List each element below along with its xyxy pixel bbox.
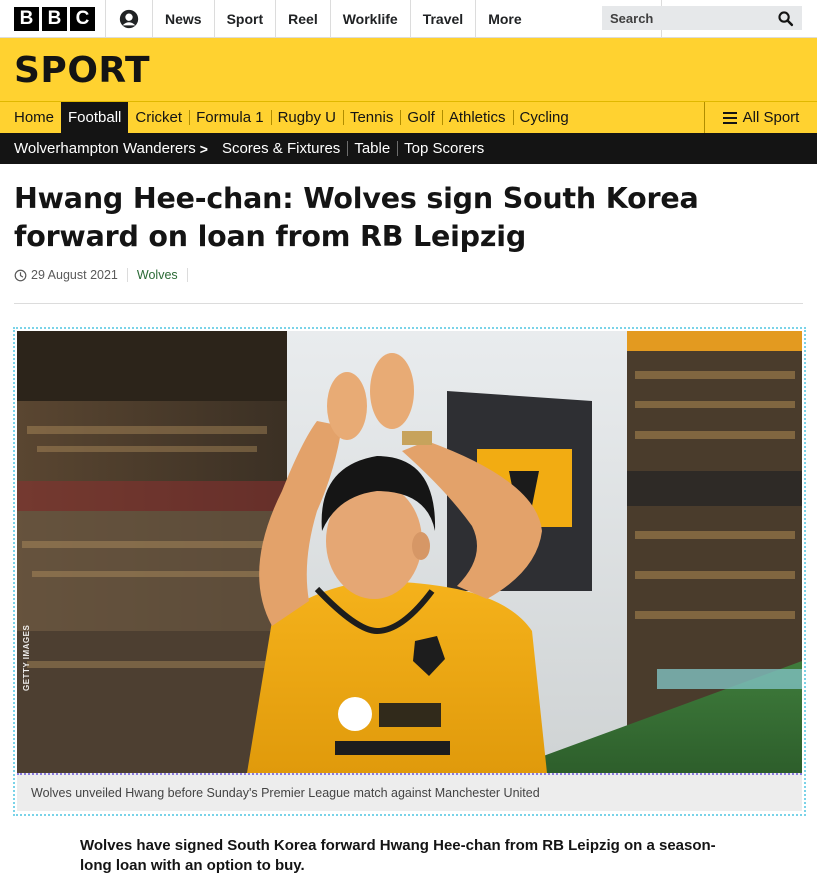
clock-icon xyxy=(14,269,27,281)
article-intro: Wolves have signed South Korea forward H… xyxy=(80,837,716,874)
more-label: More xyxy=(488,11,522,27)
bbc-logo-letter: B xyxy=(14,6,39,31)
article-headline: Hwang Hee-chan: Wolves sign South Korea … xyxy=(14,182,699,253)
search-placeholder: Search xyxy=(610,10,654,26)
top-nav-news[interactable]: News xyxy=(153,0,215,38)
menu-icon xyxy=(722,111,737,124)
bbc-logo-letter: B xyxy=(42,6,67,31)
account-button[interactable] xyxy=(105,0,153,38)
top-nav-travel[interactable]: Travel xyxy=(411,0,477,38)
image-caption: Wolves unveiled Hwang before Sunday's Pr… xyxy=(17,773,802,811)
team-sub-nav: Wolverhampton Wanderers > Scores & Fixtu… xyxy=(0,133,817,164)
headline-divider xyxy=(14,303,803,304)
search-input[interactable]: Search xyxy=(602,6,802,30)
sport-header: SPORT xyxy=(0,38,817,101)
all-sport-button[interactable]: All Sport xyxy=(704,102,817,133)
sport-nav-rugby-union[interactable]: Rugby U xyxy=(270,102,343,133)
article-figure: GETTY IMAGES Wolves unveiled Hwang befor… xyxy=(13,327,806,816)
top-nav: News Sport Reel Worklife Travel More ▼ xyxy=(153,0,663,38)
meta-divider xyxy=(186,268,188,282)
top-nav-reel[interactable]: Reel xyxy=(276,0,331,38)
sport-nav-home[interactable]: Home xyxy=(0,102,61,133)
sport-nav-athletics[interactable]: Athletics xyxy=(441,102,513,133)
topic-tag-link[interactable]: Wolves xyxy=(137,268,178,282)
sport-nav-tennis[interactable]: Tennis xyxy=(342,102,400,133)
sub-nav-scores-fixtures[interactable]: Scores & Fixtures xyxy=(215,133,347,164)
article-photo[interactable]: GETTY IMAGES xyxy=(17,331,802,773)
sport-nav-formula-1[interactable]: Formula 1 xyxy=(189,102,271,133)
top-nav-worklife[interactable]: Worklife xyxy=(331,0,411,38)
sub-nav-top-scorers[interactable]: Top Scorers xyxy=(397,133,491,164)
image-credit: GETTY IMAGES xyxy=(22,624,31,691)
sub-nav-team[interactable]: Wolverhampton Wanderers > xyxy=(0,133,215,164)
search-icon[interactable] xyxy=(777,10,794,27)
sport-nav-cycling[interactable]: Cycling xyxy=(512,102,576,133)
article-date: 29 August 2021 xyxy=(31,268,118,282)
article-meta: 29 August 2021 Wolves xyxy=(14,267,197,283)
bbc-top-bar: B B C News Sport Reel Worklife Travel Mo… xyxy=(0,0,817,38)
top-nav-sport[interactable]: Sport xyxy=(215,0,277,38)
account-icon xyxy=(119,9,139,29)
chevron-right-icon: > xyxy=(199,140,208,157)
sub-nav-table[interactable]: Table xyxy=(347,133,397,164)
all-sport-label: All Sport xyxy=(742,109,800,126)
sport-title[interactable]: SPORT xyxy=(14,50,150,91)
sport-nav-cricket[interactable]: Cricket xyxy=(128,102,189,133)
bbc-logo[interactable]: B B C xyxy=(14,6,95,31)
sport-nav-football[interactable]: Football xyxy=(61,102,129,133)
team-label: Wolverhampton Wanderers xyxy=(14,140,196,157)
bbc-logo-letter: C xyxy=(70,6,95,31)
sport-primary-nav: Home Football Cricket Formula 1 Rugby U … xyxy=(0,101,817,133)
meta-divider xyxy=(126,268,128,282)
player-photo-illustration xyxy=(17,331,802,773)
sport-nav-golf[interactable]: Golf xyxy=(400,102,442,133)
